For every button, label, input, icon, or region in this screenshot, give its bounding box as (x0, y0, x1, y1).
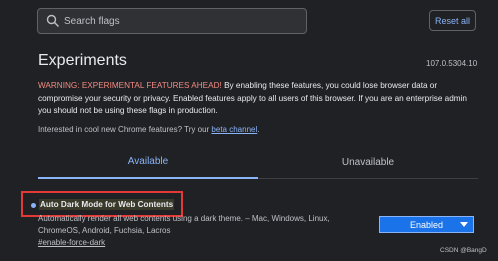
flag-state-select[interactable]: Enabled (379, 216, 474, 233)
chevron-down-icon (460, 222, 468, 227)
beta-channel-link[interactable]: beta channel (211, 125, 257, 134)
warning-text: WARNING: EXPERIMENTAL FEATURES AHEAD! By… (38, 80, 478, 118)
flags-header: Reset all (0, 0, 498, 38)
interested-suffix: . (257, 125, 260, 134)
flag-anchor-link[interactable]: #enable-force-dark (38, 238, 105, 247)
tab-unavailable[interactable]: Unavailable (258, 145, 478, 179)
flag-status-dot (31, 203, 36, 208)
search-input[interactable] (64, 9, 302, 33)
flag-description: Automatically render all web contents us… (38, 214, 330, 235)
version-label: 107.0.5304.10 (426, 59, 478, 68)
watermark: CSDN @BangD (440, 247, 487, 254)
page-title: Experiments (38, 52, 127, 69)
search-icon (46, 14, 59, 27)
interested-label: Interested in cool new Chrome features? … (38, 125, 212, 134)
tab-bar: Available Unavailable (38, 145, 478, 179)
warning-heading: WARNING: EXPERIMENTAL FEATURES AHEAD! (38, 81, 222, 90)
reset-all-button[interactable]: Reset all (429, 10, 476, 31)
flag-title: Auto Dark Mode for Web Contents (39, 199, 175, 210)
interested-text: Interested in cool new Chrome features? … (38, 125, 259, 134)
search-box[interactable] (37, 8, 307, 34)
flag-select-value: Enabled (409, 219, 444, 230)
tab-available[interactable]: Available (38, 145, 258, 179)
